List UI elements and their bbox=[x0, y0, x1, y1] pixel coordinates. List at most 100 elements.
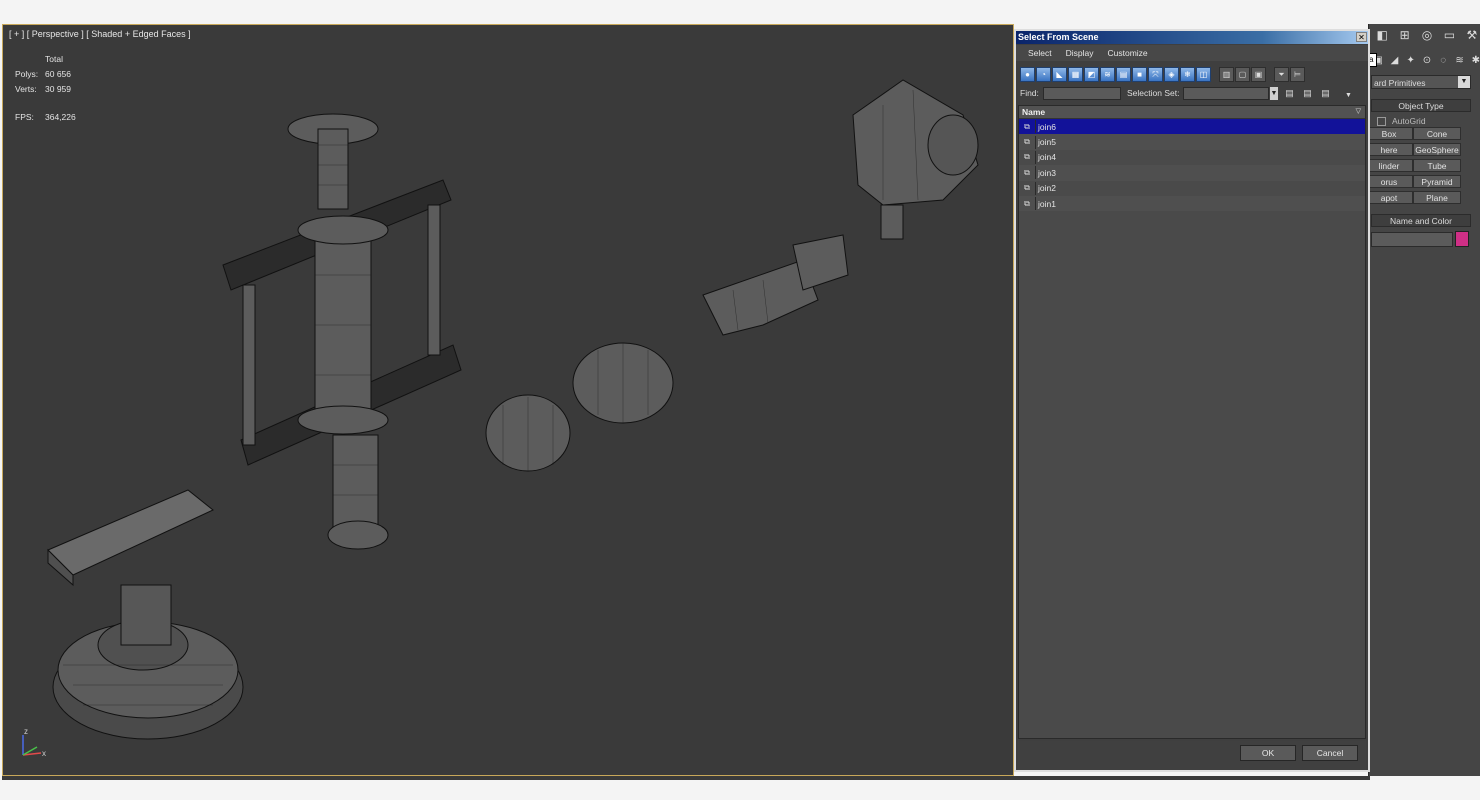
remove-from-selection-set-icon[interactable]: ▤ bbox=[1319, 87, 1332, 100]
teapot-button[interactable]: apot bbox=[1365, 191, 1413, 204]
box-button[interactable]: Box bbox=[1365, 127, 1413, 140]
name-and-color-rollout[interactable]: Name and Color bbox=[1371, 214, 1471, 227]
display-tab-icon[interactable]: ▭ bbox=[1440, 28, 1458, 42]
list-item-name: join5 bbox=[1038, 137, 1056, 148]
viewport-label[interactable]: [ + ] [ Perspective ] [ Shaded + Edged F… bbox=[9, 29, 191, 39]
dialog-footer: OK Cancel bbox=[1018, 741, 1366, 770]
selection-set-label: Selection Set: bbox=[1127, 88, 1180, 98]
display-lights-icon[interactable]: ◣ bbox=[1052, 67, 1067, 82]
helpers-icon[interactable]: ◌ bbox=[1436, 55, 1450, 66]
display-spacewarps-icon[interactable]: ≋ bbox=[1100, 67, 1115, 82]
verts-value: 30 959 bbox=[45, 84, 71, 95]
display-containers-icon[interactable]: ◈ bbox=[1164, 67, 1179, 82]
filter-toolbar: ● ◔ ◣ ▦ ◩ ≋ ▤ ■ ⤧ ◈ ❄ ◫ ▥ ▢ ▣ ⏷ ⊨ bbox=[1020, 67, 1305, 83]
find-row: Find: Selection Set: ▼ ▤ ▤ ▤ ▼ bbox=[1020, 87, 1364, 101]
find-label: Find: bbox=[1020, 88, 1039, 98]
polys-label: Polys: bbox=[15, 69, 39, 80]
menu-select[interactable]: Select bbox=[1028, 48, 1052, 58]
checkbox-icon[interactable] bbox=[1377, 116, 1386, 126]
motion-tab-icon[interactable]: ◎ bbox=[1418, 28, 1436, 42]
primitive-category-value: ard Primitives bbox=[1374, 78, 1426, 88]
selection-set-dropdown[interactable] bbox=[1183, 87, 1269, 100]
object-icon: ⧉ bbox=[1024, 121, 1030, 131]
hierarchy-tab-icon[interactable]: ⊞ bbox=[1395, 28, 1413, 42]
viewport-bottom-bar bbox=[2, 776, 1370, 780]
spacewarps-icon[interactable]: ≋ bbox=[1452, 55, 1466, 66]
display-frozen-icon[interactable]: ❄ bbox=[1180, 67, 1195, 82]
create-tab-icon[interactable]: ◧ bbox=[1373, 28, 1391, 42]
geosphere-button[interactable]: GeoSphere bbox=[1413, 143, 1461, 156]
display-groups-icon[interactable]: ▤ bbox=[1116, 67, 1131, 82]
list-item[interactable]: ⧉ join2 bbox=[1019, 181, 1365, 196]
sphere-button[interactable]: here bbox=[1365, 143, 1413, 156]
autogrid-checkbox[interactable]: AutoGrid bbox=[1377, 116, 1426, 126]
menu-display[interactable]: Display bbox=[1066, 48, 1094, 58]
utilities-tab-icon[interactable]: ⚒ bbox=[1463, 28, 1480, 42]
hierarchy-icon[interactable]: ⊨ bbox=[1290, 67, 1305, 82]
select-invert-icon[interactable]: ▣ bbox=[1251, 67, 1266, 82]
object-color-swatch[interactable] bbox=[1455, 231, 1469, 247]
select-from-scene-dialog: Select From Scene ✕ Select Display Custo… bbox=[1014, 29, 1370, 772]
display-geometry-icon[interactable]: ● bbox=[1020, 67, 1035, 82]
name-column-label: Name bbox=[1022, 107, 1046, 117]
object-type-rollout[interactable]: Object Type bbox=[1371, 99, 1471, 112]
list-item[interactable]: ⧉ join1 bbox=[1019, 195, 1365, 212]
display-helpers-icon[interactable]: ◩ bbox=[1084, 67, 1099, 82]
ok-button[interactable]: OK bbox=[1240, 745, 1296, 761]
display-hidden-icon[interactable]: ◫ bbox=[1196, 67, 1211, 82]
command-panel-tabs: ◧ ⊞ ◎ ▭ ⚒ bbox=[1369, 24, 1480, 46]
list-item[interactable]: ⧉ join6 bbox=[1019, 119, 1365, 135]
dialog-menubar: Select Display Customize bbox=[1016, 45, 1368, 61]
add-to-selection-set-icon[interactable]: ▤ bbox=[1301, 87, 1314, 100]
object-icon: ⧉ bbox=[1024, 152, 1030, 162]
shapes-icon[interactable]: ◢ bbox=[1387, 55, 1401, 66]
pyramid-button[interactable]: Pyramid bbox=[1413, 175, 1461, 188]
list-item-name: join4 bbox=[1038, 152, 1056, 163]
object-icon: ⧉ bbox=[1024, 167, 1030, 177]
torus-button[interactable]: orus bbox=[1365, 175, 1413, 188]
tube-button[interactable]: Tube bbox=[1413, 159, 1461, 172]
select-none-icon[interactable]: ▢ bbox=[1235, 67, 1250, 82]
select-all-icon[interactable]: ▥ bbox=[1219, 67, 1234, 82]
display-cameras-icon[interactable]: ▦ bbox=[1068, 67, 1083, 82]
axis-x-label: x bbox=[42, 749, 46, 758]
cylinder-button[interactable]: linder bbox=[1365, 159, 1413, 172]
perspective-viewport[interactable]: [ + ] [ Perspective ] [ Shaded + Edged F… bbox=[2, 24, 1014, 776]
sort-icon[interactable]: ▽ bbox=[1356, 106, 1361, 118]
chevron-down-icon[interactable]: ▼ bbox=[1458, 76, 1470, 88]
list-item-name: join2 bbox=[1038, 183, 1056, 194]
systems-icon[interactable]: ✱ bbox=[1469, 55, 1480, 66]
polys-value: 60 656 bbox=[45, 69, 71, 80]
stats-header: Total bbox=[45, 53, 63, 64]
name-column-header[interactable]: Name ▽ bbox=[1019, 106, 1365, 119]
object-icon: ⧉ bbox=[1024, 137, 1030, 147]
object-icon: ⧉ bbox=[1024, 183, 1030, 193]
list-item[interactable]: ⧉ join5 bbox=[1019, 134, 1365, 150]
scene-object-list[interactable]: Name ▽ ⧉ join6 ⧉ join5 ⧉ join4 ⧉ join3 ⧉ join… bbox=[1018, 105, 1366, 739]
display-bones-icon[interactable]: ⤧ bbox=[1148, 67, 1163, 82]
fps-value: 364,226 bbox=[45, 111, 76, 122]
cameras-icon[interactable]: ⊙ bbox=[1420, 55, 1434, 66]
display-xrefs-icon[interactable]: ■ bbox=[1132, 67, 1147, 82]
plane-button[interactable]: Plane bbox=[1413, 191, 1461, 204]
close-icon[interactable]: ✕ bbox=[1356, 32, 1367, 42]
verts-label: Verts: bbox=[15, 84, 37, 95]
list-item[interactable]: ⧉ join4 bbox=[1019, 150, 1365, 165]
find-input[interactable] bbox=[1043, 87, 1121, 100]
display-shapes-icon[interactable]: ◔ bbox=[1036, 67, 1051, 82]
menu-customize[interactable]: Customize bbox=[1108, 48, 1148, 58]
fps-label: FPS: bbox=[15, 111, 34, 122]
list-item[interactable]: ⧉ join3 bbox=[1019, 165, 1365, 181]
list-item-name: join3 bbox=[1038, 167, 1056, 178]
filter-icon[interactable]: ⏷ bbox=[1274, 67, 1289, 82]
lights-icon[interactable]: ✦ bbox=[1404, 55, 1418, 66]
expand-toolbar-icon[interactable]: ▼ bbox=[1342, 89, 1355, 102]
cancel-button[interactable]: Cancel bbox=[1302, 745, 1358, 761]
primitive-category-dropdown[interactable]: ard Primitives ▼ bbox=[1371, 75, 1471, 89]
object-name-field[interactable] bbox=[1371, 232, 1453, 247]
command-panel: ◧ ⊞ ◎ ▭ ⚒ ▣ ◢ ✦ ⊙ ◌ ≋ ✱ ard Primitives ▼… bbox=[1365, 24, 1480, 776]
cone-button[interactable]: Cone bbox=[1413, 127, 1461, 140]
create-selection-set-icon[interactable]: ▤ bbox=[1283, 87, 1296, 100]
chevron-down-icon[interactable]: ▼ bbox=[1270, 87, 1278, 100]
scene-geometry bbox=[47, 79, 979, 740]
